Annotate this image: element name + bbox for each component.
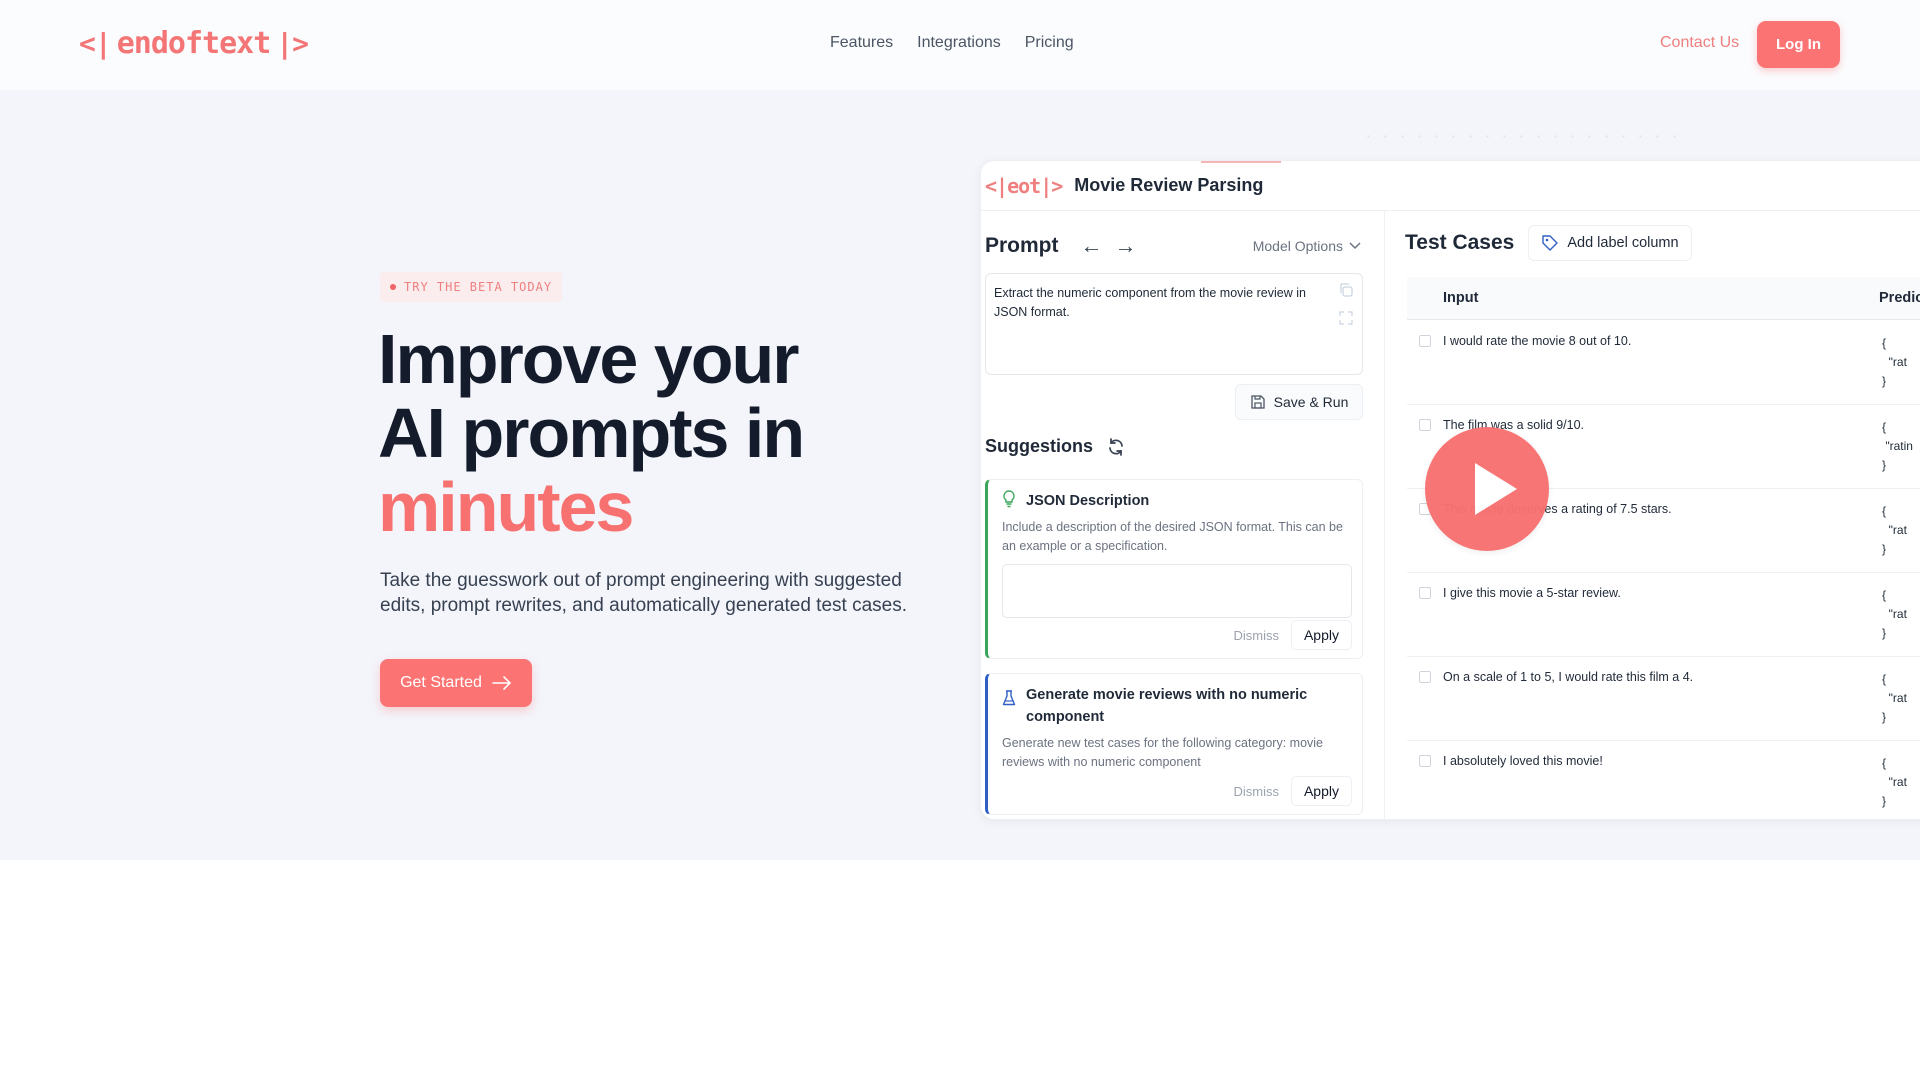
save-icon xyxy=(1250,395,1265,409)
nav-link-features[interactable]: Features xyxy=(830,34,893,52)
prompt-text: Extract the numeric component from the m… xyxy=(994,286,1306,319)
badge-dot-icon xyxy=(390,284,396,290)
suggestion-card: Generate movie reviews with no numeric c… xyxy=(985,673,1363,815)
get-started-label: Get Started xyxy=(400,674,482,691)
model-options-label: Model Options xyxy=(1252,238,1343,254)
chevron-down-icon xyxy=(1349,242,1361,250)
row-input: I would rate the movie 8 out of 10. xyxy=(1443,334,1632,348)
beta-badge: TRY THE BETA TODAY xyxy=(380,272,563,302)
headline-line-1: Improve your xyxy=(378,320,799,398)
add-label-column-button[interactable]: Add label column xyxy=(1528,225,1692,261)
hero-section: TRY THE BETA TODAY Improve your AI promp… xyxy=(0,90,1920,860)
top-nav: <| endoftext |> Features Integrations Pr… xyxy=(0,0,1920,90)
table-header: Input Predic xyxy=(1407,277,1920,320)
suggestion-title-row: JSON Description xyxy=(1002,490,1352,512)
expand-icon[interactable] xyxy=(1338,310,1354,326)
save-and-run-button[interactable]: Save & Run xyxy=(1235,384,1363,420)
column-header-prediction[interactable]: Predic xyxy=(1879,290,1920,306)
row-checkbox[interactable] xyxy=(1419,419,1431,431)
model-options-dropdown[interactable]: Model Options xyxy=(1253,238,1361,254)
suggestions-heading: Suggestions xyxy=(985,436,1094,456)
row-checkbox[interactable] xyxy=(1419,671,1431,683)
suggestion-card: JSON Description Include a description o… xyxy=(985,479,1363,659)
suggestion-title-row: Generate movie reviews with no numeric c… xyxy=(1002,684,1352,728)
copy-icon[interactable] xyxy=(1338,282,1354,298)
suggestion-input[interactable] xyxy=(1002,564,1352,618)
suggestion-description: Include a description of the desired JSO… xyxy=(1002,520,1343,553)
suggestion-description: Generate new test cases for the followin… xyxy=(1002,736,1323,769)
flask-icon xyxy=(1002,690,1016,706)
back-arrow-icon[interactable]: ← xyxy=(1081,233,1103,259)
row-input: On a scale of 1 to 5, I would rate this … xyxy=(1443,670,1694,684)
hero-headline: Improve your AI prompts in minutes xyxy=(378,320,805,546)
nav-links: Features Integrations Pricing xyxy=(830,34,1074,52)
row-input: I give this movie a 5-star review. xyxy=(1443,586,1621,600)
suggestion-title: JSON Description xyxy=(1026,493,1150,509)
app-header: <|eot|> Movie Review Parsing xyxy=(981,161,1920,211)
suggestion-actions: Dismiss Apply xyxy=(1233,620,1352,650)
nav-link-pricing[interactable]: Pricing xyxy=(1025,34,1074,52)
column-header-input[interactable]: Input xyxy=(1443,290,1478,306)
lightbulb-icon xyxy=(1003,490,1015,508)
dismiss-button[interactable]: Dismiss xyxy=(1233,628,1279,643)
prompt-heading: Prompt xyxy=(985,234,1059,257)
suggestion-title: Generate movie reviews with no numeric c… xyxy=(1026,687,1308,725)
apply-button[interactable]: Apply xyxy=(1290,776,1352,806)
row-checkbox[interactable] xyxy=(1419,335,1431,347)
logo-left-bracket: <| xyxy=(79,27,112,60)
project-title: Movie Review Parsing xyxy=(1074,175,1264,195)
table-row: I absolutely loved this movie! { "rat } xyxy=(1407,741,1920,819)
contact-us-link[interactable]: Contact Us xyxy=(1660,34,1739,52)
row-prediction: { "rat } xyxy=(1882,672,1907,724)
logo-wordmark: endoftext xyxy=(116,26,272,61)
logo-right-bracket: |> xyxy=(276,27,309,60)
refresh-icon[interactable] xyxy=(1107,437,1125,456)
save-and-run-label: Save & Run xyxy=(1273,394,1349,410)
row-prediction: { "ratin } xyxy=(1882,420,1913,472)
app-logo: <|eot|> xyxy=(985,173,1063,198)
tag-icon xyxy=(1542,235,1559,251)
headline-accent: minutes xyxy=(378,468,634,546)
test-cases-heading: Test Cases xyxy=(1405,231,1515,254)
prompt-textarea[interactable]: Extract the numeric component from the m… xyxy=(985,273,1363,375)
arrow-right-icon xyxy=(492,676,511,690)
headline-line-2: AI prompts in xyxy=(378,394,805,472)
add-label-column-label: Add label column xyxy=(1567,235,1679,251)
play-video-button[interactable] xyxy=(1425,427,1549,551)
suggestion-actions: Dismiss Apply xyxy=(1233,776,1352,806)
row-checkbox[interactable] xyxy=(1419,587,1431,599)
row-checkbox[interactable] xyxy=(1419,755,1431,767)
apply-button[interactable]: Apply xyxy=(1290,620,1352,650)
table-row: I would rate the movie 8 out of 10. { "r… xyxy=(1407,321,1920,405)
table-row: I give this movie a 5-star review. { "ra… xyxy=(1407,573,1920,657)
beta-badge-label: TRY THE BETA TODAY xyxy=(404,280,553,294)
nav-link-integrations[interactable]: Integrations xyxy=(917,34,1001,52)
row-prediction: { "rat } xyxy=(1882,756,1907,808)
row-input: I absolutely loved this movie! xyxy=(1443,754,1603,768)
row-input: The film was a solid 9/10. xyxy=(1443,418,1585,432)
brand-logo[interactable]: <| endoftext |> xyxy=(79,26,309,61)
row-prediction: { "rat } xyxy=(1882,504,1907,556)
login-button[interactable]: Log In xyxy=(1757,21,1840,68)
table-row: On a scale of 1 to 5, I would rate this … xyxy=(1407,657,1920,741)
row-prediction: { "rat } xyxy=(1882,336,1907,388)
dot-grid-decoration xyxy=(1360,128,1680,152)
forward-arrow-icon[interactable]: → xyxy=(1115,233,1137,259)
suggestions-header: Suggestions xyxy=(985,436,1125,457)
history-arrows: ← → xyxy=(1081,233,1137,259)
row-prediction: { "rat } xyxy=(1882,588,1907,640)
prompt-header: Prompt ← → Model Options xyxy=(985,231,1365,261)
dismiss-button[interactable]: Dismiss xyxy=(1233,784,1279,799)
get-started-button[interactable]: Get Started xyxy=(380,659,532,707)
test-cases-header: Test Cases Add label column xyxy=(1405,225,1692,261)
hero-subtext: Take the guesswork out of prompt enginee… xyxy=(380,570,907,616)
